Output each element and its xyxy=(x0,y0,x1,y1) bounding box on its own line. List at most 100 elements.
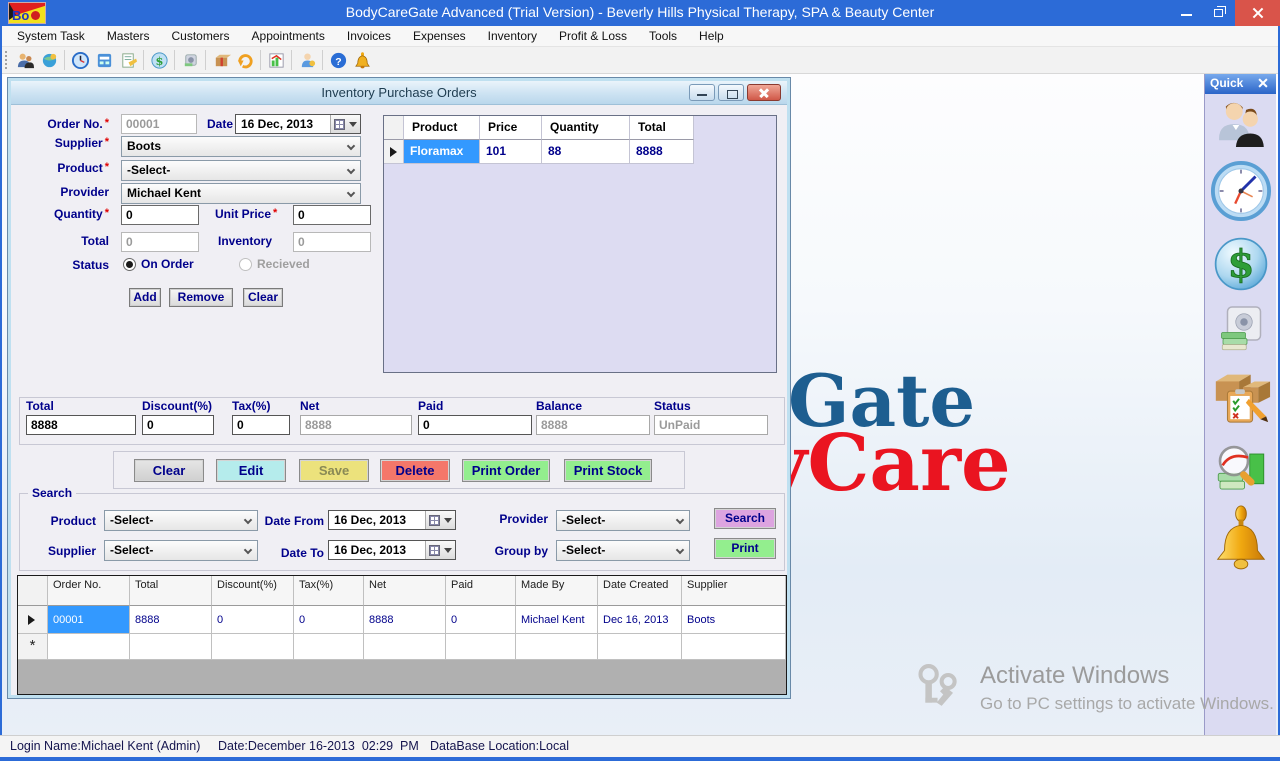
date-picker[interactable]: 16 Dec, 2013 xyxy=(235,114,361,134)
col-tax[interactable]: Tax(%) xyxy=(294,576,364,606)
dialog-close-button[interactable] xyxy=(747,84,781,101)
cell-supplier[interactable]: Boots xyxy=(682,606,786,634)
calendar-dropdown-icon[interactable] xyxy=(425,511,455,529)
totals-net-field[interactable]: 8888 xyxy=(300,415,412,435)
reports-icon[interactable] xyxy=(264,49,288,71)
dialog-maximize-button[interactable] xyxy=(718,84,744,101)
restore-button[interactable] xyxy=(1203,0,1235,26)
payments-icon[interactable]: $ xyxy=(147,49,171,71)
col-quantity[interactable]: Quantity xyxy=(542,116,630,140)
cell-discount[interactable]: 0 xyxy=(212,606,294,634)
clear-items-button[interactable]: Clear xyxy=(243,288,283,307)
totals-balance-field[interactable]: 8888 xyxy=(536,415,650,435)
dialog-minimize-button[interactable] xyxy=(689,84,715,101)
quick-close-icon[interactable] xyxy=(1255,76,1271,90)
calendar-dropdown-icon[interactable] xyxy=(330,115,360,133)
inventory-field[interactable]: 0 xyxy=(293,232,371,252)
appointments-icon[interactable] xyxy=(68,49,92,71)
calendar-dropdown-icon[interactable] xyxy=(425,541,455,559)
cell-quantity[interactable]: 88 xyxy=(542,140,630,164)
quick-invoices-icon[interactable]: $ xyxy=(1213,236,1269,292)
remove-button[interactable]: Remove xyxy=(169,288,233,307)
quick-appointments-icon[interactable] xyxy=(1210,160,1272,222)
search-button[interactable]: Search xyxy=(714,508,776,529)
col-supplier[interactable]: Supplier xyxy=(682,576,786,606)
cell-total[interactable]: 8888 xyxy=(130,606,212,634)
menu-masters[interactable]: Masters xyxy=(96,26,161,47)
save-button[interactable]: Save xyxy=(299,459,369,482)
items-grid-row[interactable]: Floramax 101 88 8888 xyxy=(384,140,776,164)
quick-customers-icon[interactable] xyxy=(1214,98,1268,154)
menu-inventory[interactable]: Inventory xyxy=(477,26,548,47)
masters-icon[interactable] xyxy=(37,49,61,71)
menu-appointments[interactable]: Appointments xyxy=(241,26,336,47)
on-order-radio[interactable]: On Order xyxy=(123,257,194,271)
cell-order-no[interactable]: 00001 xyxy=(48,606,130,634)
close-button[interactable] xyxy=(1235,0,1280,26)
toolbar-grip[interactable] xyxy=(4,50,9,70)
print-button[interactable]: Print xyxy=(714,538,776,559)
cell-price[interactable]: 101 xyxy=(480,140,542,164)
cell-paid[interactable]: 0 xyxy=(446,606,516,634)
cell-net[interactable]: 8888 xyxy=(364,606,446,634)
quantity-field[interactable]: 0 xyxy=(121,205,199,225)
row-selector-icon[interactable] xyxy=(384,140,404,164)
minimize-button[interactable] xyxy=(1171,0,1203,26)
col-paid[interactable]: Paid xyxy=(446,576,516,606)
totals-paid-field[interactable]: 0 xyxy=(418,415,532,435)
help-icon[interactable]: ? xyxy=(326,49,350,71)
supplier-combo[interactable]: Boots xyxy=(121,136,361,157)
print-order-button[interactable]: Print Order xyxy=(462,459,550,482)
date-to-picker[interactable]: 16 Dec, 2013 xyxy=(328,540,456,560)
search-provider-combo[interactable]: -Select- xyxy=(556,510,690,531)
edit-button[interactable]: Edit xyxy=(216,459,286,482)
staff-icon[interactable] xyxy=(295,49,319,71)
expenses-icon[interactable] xyxy=(178,49,202,71)
order-no-field[interactable]: 00001 xyxy=(121,114,197,134)
menu-profit-loss[interactable]: Profit & Loss xyxy=(548,26,638,47)
col-total[interactable]: Total xyxy=(130,576,212,606)
unit-price-field[interactable]: 0 xyxy=(293,205,371,225)
menu-expenses[interactable]: Expenses xyxy=(402,26,477,47)
group-by-combo[interactable]: -Select- xyxy=(556,540,690,561)
menu-invoices[interactable]: Invoices xyxy=(336,26,402,47)
add-button[interactable]: Add xyxy=(129,288,161,307)
reminders-icon[interactable] xyxy=(350,49,374,71)
orders-grid-new-row[interactable]: * xyxy=(18,634,786,660)
menu-customers[interactable]: Customers xyxy=(161,26,241,47)
products-icon[interactable] xyxy=(209,49,233,71)
col-total[interactable]: Total xyxy=(630,116,694,140)
col-made-by[interactable]: Made By xyxy=(516,576,598,606)
delete-button[interactable]: Delete xyxy=(380,459,450,482)
date-from-picker[interactable]: 16 Dec, 2013 xyxy=(328,510,456,530)
quick-inventory-icon[interactable] xyxy=(1210,364,1272,426)
total-field[interactable]: 0 xyxy=(121,232,199,252)
refresh-icon[interactable] xyxy=(233,49,257,71)
col-product[interactable]: Product xyxy=(404,116,480,140)
customers-icon[interactable] xyxy=(13,49,37,71)
cell-tax[interactable]: 0 xyxy=(294,606,364,634)
contacts-icon[interactable] xyxy=(92,49,116,71)
provider-combo[interactable]: Michael Kent xyxy=(121,183,361,204)
product-combo[interactable]: -Select- xyxy=(121,160,361,181)
col-price[interactable]: Price xyxy=(480,116,542,140)
menu-system-task[interactable]: System Task xyxy=(6,26,96,47)
orders-grid-row[interactable]: 00001 8888 0 0 8888 0 Michael Kent Dec 1… xyxy=(18,606,786,634)
totals-tax-field[interactable]: 0 xyxy=(232,415,290,435)
search-product-combo[interactable]: -Select- xyxy=(104,510,258,531)
totals-status-field[interactable]: UnPaid xyxy=(654,415,768,435)
col-discount[interactable]: Discount(%) xyxy=(212,576,294,606)
totals-discount-field[interactable]: 0 xyxy=(142,415,214,435)
menu-help[interactable]: Help xyxy=(688,26,735,47)
invoices-icon[interactable] xyxy=(116,49,140,71)
cell-made-by[interactable]: Michael Kent xyxy=(516,606,598,634)
search-supplier-combo[interactable]: -Select- xyxy=(104,540,258,561)
dialog-titlebar[interactable]: Inventory Purchase Orders xyxy=(11,81,787,105)
clear-button[interactable]: Clear xyxy=(134,459,204,482)
received-radio[interactable]: Recieved xyxy=(239,257,310,271)
menu-tools[interactable]: Tools xyxy=(638,26,688,47)
print-stock-button[interactable]: Print Stock xyxy=(564,459,652,482)
cell-product[interactable]: Floramax xyxy=(404,140,480,164)
quick-reminders-icon[interactable] xyxy=(1210,504,1272,574)
cell-date-created[interactable]: Dec 16, 2013 xyxy=(598,606,682,634)
